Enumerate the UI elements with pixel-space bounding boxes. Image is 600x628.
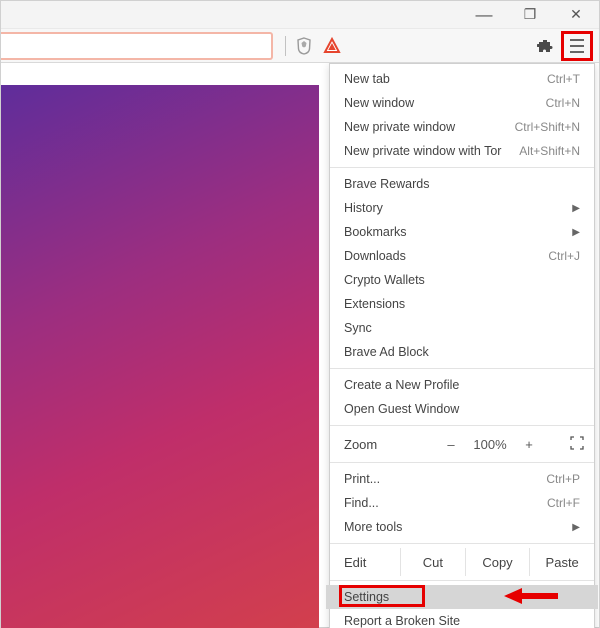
menu-new-tab[interactable]: New tab Ctrl+T <box>330 67 594 91</box>
toolbar <box>1 29 599 63</box>
menu-new-window[interactable]: New window Ctrl+N <box>330 91 594 115</box>
menu-label: Brave Rewards <box>344 177 429 191</box>
menu-label: New window <box>344 96 414 110</box>
menu-label: History <box>344 201 383 215</box>
menu-sync[interactable]: Sync <box>330 316 594 340</box>
edit-paste-button[interactable]: Paste <box>529 548 594 576</box>
menu-label: Edit <box>330 555 400 570</box>
address-bar[interactable] <box>1 32 273 60</box>
menu-separator <box>330 543 594 544</box>
menu-crypto-wallets[interactable]: Crypto Wallets <box>330 268 594 292</box>
main-menu: New tab Ctrl+T New window Ctrl+N New pri… <box>329 63 595 628</box>
menu-label: Report a Broken Site <box>344 614 460 628</box>
menu-label: Sync <box>344 321 372 335</box>
titlebar: — ❐ ✕ <box>1 1 599 29</box>
edit-cut-button[interactable]: Cut <box>400 548 465 576</box>
menu-label: Extensions <box>344 297 405 311</box>
hamburger-highlight <box>561 31 593 61</box>
menu-label: More tools <box>344 520 402 534</box>
menu-report-broken-site[interactable]: Report a Broken Site <box>330 609 594 628</box>
menu-print[interactable]: Print... Ctrl+P <box>330 467 594 491</box>
menu-label: Bookmarks <box>344 225 407 239</box>
menu-shortcut: Ctrl+Shift+N <box>515 120 580 134</box>
edit-copy-button[interactable]: Copy <box>465 548 530 576</box>
menu-edit-row: Edit Cut Copy Paste <box>330 548 594 576</box>
menu-label: New tab <box>344 72 390 86</box>
menu-separator <box>330 368 594 369</box>
main-menu-button[interactable] <box>565 35 589 57</box>
menu-label: Settings <box>344 590 389 604</box>
chevron-right-icon: ▶ <box>572 227 580 238</box>
menu-brave-rewards[interactable]: Brave Rewards <box>330 172 594 196</box>
menu-shortcut: Ctrl+F <box>547 496 580 510</box>
menu-shortcut: Ctrl+P <box>546 472 580 486</box>
zoom-out-button[interactable]: – <box>434 437 468 452</box>
menu-separator <box>330 167 594 168</box>
close-button[interactable]: ✕ <box>553 1 599 28</box>
content-area: New tab Ctrl+T New window Ctrl+N New pri… <box>1 63 599 628</box>
toolbar-divider <box>285 36 286 56</box>
zoom-in-button[interactable]: + <box>512 437 546 452</box>
menu-history[interactable]: History ▶ <box>330 196 594 220</box>
menu-label: Crypto Wallets <box>344 273 425 287</box>
menu-settings[interactable]: Settings <box>330 585 594 609</box>
menu-create-profile[interactable]: Create a New Profile <box>330 373 594 397</box>
menu-new-private-window[interactable]: New private window Ctrl+Shift+N <box>330 115 594 139</box>
menu-shortcut: Ctrl+T <box>547 72 580 86</box>
menu-open-guest[interactable]: Open Guest Window <box>330 397 594 421</box>
menu-separator <box>330 425 594 426</box>
browser-window: — ❐ ✕ <box>0 0 600 628</box>
zoom-level: 100% <box>468 437 512 452</box>
maximize-button[interactable]: ❐ <box>507 1 553 28</box>
menu-label: New private window <box>344 120 455 134</box>
menu-separator <box>330 462 594 463</box>
brave-shield-icon[interactable] <box>292 34 316 58</box>
menu-label: Create a New Profile <box>344 378 459 392</box>
menu-label: New private window with Tor <box>344 144 501 158</box>
menu-label: Zoom <box>344 437 434 452</box>
menu-new-private-tor[interactable]: New private window with Tor Alt+Shift+N <box>330 139 594 163</box>
menu-label: Brave Ad Block <box>344 345 429 359</box>
menu-shortcut: Alt+Shift+N <box>519 144 580 158</box>
fullscreen-icon[interactable] <box>556 436 584 453</box>
red-arrow-icon <box>504 588 558 604</box>
minimize-button[interactable]: — <box>461 1 507 28</box>
page-background <box>1 85 319 628</box>
chevron-right-icon: ▶ <box>572 203 580 214</box>
brave-logo-icon[interactable] <box>320 34 344 58</box>
extensions-icon[interactable] <box>533 34 557 58</box>
menu-label: Find... <box>344 496 379 510</box>
menu-zoom-row: Zoom – 100% + <box>330 430 594 458</box>
menu-label: Open Guest Window <box>344 402 459 416</box>
menu-shortcut: Ctrl+J <box>548 249 580 263</box>
menu-downloads[interactable]: Downloads Ctrl+J <box>330 244 594 268</box>
menu-shortcut: Ctrl+N <box>546 96 580 110</box>
chevron-right-icon: ▶ <box>572 522 580 533</box>
menu-separator <box>330 580 594 581</box>
menu-label: Downloads <box>344 249 406 263</box>
menu-label: Print... <box>344 472 380 486</box>
menu-brave-ad-block[interactable]: Brave Ad Block <box>330 340 594 364</box>
menu-more-tools[interactable]: More tools ▶ <box>330 515 594 539</box>
menu-extensions[interactable]: Extensions <box>330 292 594 316</box>
menu-bookmarks[interactable]: Bookmarks ▶ <box>330 220 594 244</box>
menu-find[interactable]: Find... Ctrl+F <box>330 491 594 515</box>
